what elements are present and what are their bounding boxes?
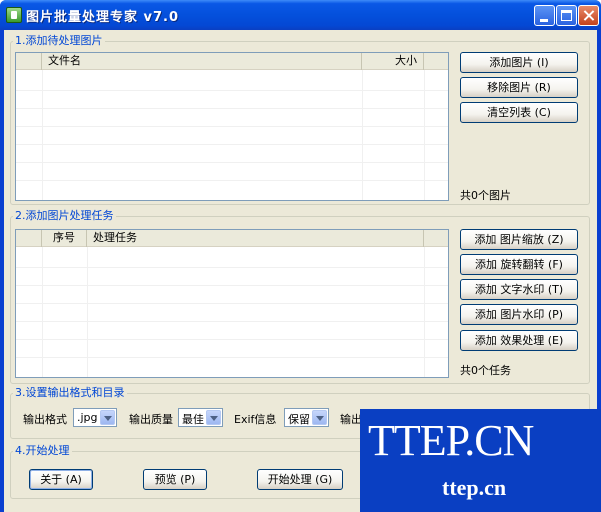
watermark-url-text: ttep.cn [442, 475, 507, 500]
remove-image-button[interactable]: 移除图片 (R) [460, 77, 578, 98]
quality-value: 最佳 [182, 413, 204, 426]
exif-label: Exif信息 [234, 413, 277, 426]
start-processing-button[interactable]: 开始处理 (G) [257, 469, 343, 490]
image-list-header: 文件名 大小 [16, 53, 448, 70]
group-title-tasks: 2.添加图片处理任务 [13, 209, 116, 223]
format-value: .jpg [77, 411, 98, 424]
close-button[interactable] [578, 5, 599, 26]
image-count: 共0个图片 [460, 189, 511, 202]
maximize-icon [561, 10, 572, 21]
minimize-button[interactable] [534, 5, 555, 26]
watermark-overlay: TTEP.CN ttep.cn [360, 409, 601, 512]
maximize-button[interactable] [556, 5, 577, 26]
column-header-task[interactable]: 处理任务 [87, 230, 424, 247]
add-resize-task-button[interactable]: 添加 图片缩放 (Z) [460, 229, 578, 250]
app-icon [6, 7, 22, 23]
about-button[interactable]: 关于 (A) [29, 469, 93, 490]
task-list[interactable]: 序号 处理任务 [15, 229, 449, 378]
group-title-images: 1.添加待处理图片 [13, 34, 105, 48]
group-title-start: 4.开始处理 [13, 444, 72, 458]
column-header-seq[interactable]: 序号 [42, 230, 87, 247]
format-select[interactable]: .jpg [73, 408, 117, 427]
task-count: 共0个任务 [460, 364, 511, 377]
exif-value: 保留 [288, 413, 310, 426]
exif-select[interactable]: 保留 [284, 408, 329, 427]
minimize-icon [540, 19, 548, 22]
group-add-images: 1.添加待处理图片 文件名 大小 添加图片 (I) 移除图片 (R) 清空列表 … [10, 34, 590, 205]
column-header-size[interactable]: 大小 [362, 53, 424, 70]
column-header-extra[interactable] [424, 53, 448, 70]
quality-select[interactable]: 最佳 [178, 408, 223, 427]
chevron-down-icon [312, 410, 327, 425]
add-text-watermark-button[interactable]: 添加 文字水印 (T) [460, 279, 578, 300]
group-add-tasks: 2.添加图片处理任务 序号 处理任务 添加 图片缩放 (Z) 添加 旋转翻转 (… [10, 209, 590, 384]
format-label: 输出格式 [23, 413, 67, 426]
add-image-watermark-button[interactable]: 添加 图片水印 (P) [460, 304, 578, 325]
chevron-down-icon [100, 410, 115, 425]
group-title-output: 3.设置输出格式和目录 [13, 386, 127, 400]
column-header-index[interactable] [16, 53, 42, 70]
title-bar[interactable]: 图片批量处理专家 v7.0 [0, 0, 601, 30]
add-rotate-task-button[interactable]: 添加 旋转翻转 (F) [460, 254, 578, 275]
window-title: 图片批量处理专家 v7.0 [26, 10, 180, 25]
app-window: 图片批量处理专家 v7.0 1.添加待处理图片 文件名 大小 添加图片 (I) … [0, 0, 601, 512]
column-header-filename[interactable]: 文件名 [42, 53, 362, 70]
watermark-logo-text: TTEP.CN [368, 416, 534, 465]
add-image-button[interactable]: 添加图片 (I) [460, 52, 578, 73]
preview-button[interactable]: 预览 (P) [143, 469, 207, 490]
column-header-task-index[interactable] [16, 230, 42, 247]
add-effect-task-button[interactable]: 添加 效果处理 (E) [460, 330, 578, 351]
task-list-header: 序号 处理任务 [16, 230, 448, 247]
image-list[interactable]: 文件名 大小 [15, 52, 449, 201]
column-header-task-extra[interactable] [424, 230, 448, 247]
clear-list-button[interactable]: 清空列表 (C) [460, 102, 578, 123]
chevron-down-icon [206, 410, 221, 425]
quality-label: 输出质量 [129, 413, 173, 426]
output-dir-label: 输出 [340, 413, 362, 426]
